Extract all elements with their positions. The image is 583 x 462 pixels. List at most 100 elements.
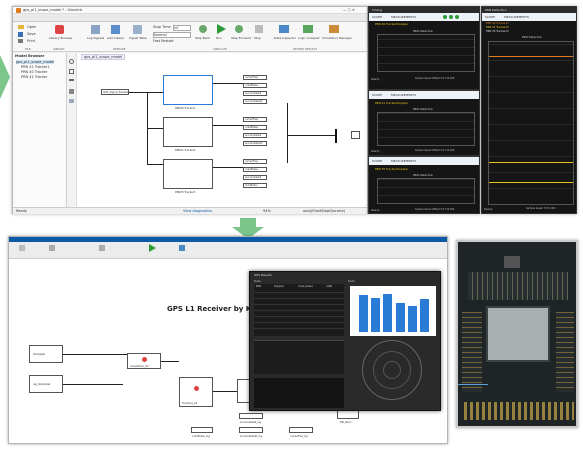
acquisition-block[interactable]: Acquisition_01 xyxy=(127,353,161,369)
output-block[interactable]: accumulatedQ xyxy=(243,141,267,146)
output-block[interactable]: carrierFreq xyxy=(243,75,267,80)
measurements-tab[interactable]: MEASUREMENTS xyxy=(504,15,529,19)
output-block[interactable]: codePhase xyxy=(243,125,267,130)
data-inspector-button[interactable]: Data Inspector xyxy=(274,36,296,40)
scope-tab[interactable]: SCOPE xyxy=(485,15,495,19)
run-icon[interactable] xyxy=(443,15,447,19)
ribbon-icon[interactable] xyxy=(179,245,185,251)
signal-table-button[interactable]: Signal Table xyxy=(129,36,147,40)
mux-block[interactable] xyxy=(335,129,337,143)
tree-item-tracker3[interactable]: PRN 41 Tracker xyxy=(21,75,47,79)
output-block[interactable]: accumulatedI xyxy=(243,133,267,138)
scope-tab[interactable]: SCOPE xyxy=(372,93,382,97)
ag-sampler-block[interactable]: ag_Sampler xyxy=(29,375,63,393)
output-block[interactable]: carrierFreq xyxy=(243,159,267,164)
bar-chart[interactable] xyxy=(350,286,436,336)
plot-area[interactable] xyxy=(377,112,475,146)
tracker-block-3[interactable] xyxy=(163,159,213,189)
step-icon[interactable] xyxy=(455,15,459,19)
output-block[interactable]: codePhase xyxy=(243,167,267,172)
tree-item-tracker2[interactable]: PRN 40 Tracker xyxy=(21,70,47,74)
stop-time-input[interactable]: inf xyxy=(173,25,191,31)
measurements-tab[interactable]: MEASUREMENTS xyxy=(391,15,416,19)
log-block[interactable]: accumulatedI_log xyxy=(239,413,263,424)
log-block[interactable]: codePhase_log xyxy=(191,427,213,438)
logic-analyzer-icon[interactable] xyxy=(303,25,313,33)
data-inspector-icon[interactable] xyxy=(279,25,289,33)
model-tab[interactable]: gps_pl1_scope_model xyxy=(81,54,126,60)
window-controls[interactable]: — ▢ ✕ xyxy=(343,8,355,12)
run-icon[interactable] xyxy=(217,24,226,34)
table-header: C/N0 xyxy=(326,285,333,288)
fast-restart-toggle[interactable]: Fast Restart xyxy=(153,39,174,43)
run-button[interactable]: Run xyxy=(216,36,222,40)
ribbon-icon[interactable] xyxy=(49,245,55,251)
measurements-tab[interactable]: MEASUREMENTS xyxy=(391,93,416,97)
tracker-block-2[interactable] xyxy=(163,117,213,147)
annotation-icon[interactable] xyxy=(69,89,74,94)
bottom-canvas[interactable]: GPS L1 Receiver by KEVIN(JSC Sampler ag_… xyxy=(9,259,447,443)
plot-area[interactable] xyxy=(488,41,574,205)
tracker-block-1[interactable] xyxy=(163,75,213,105)
source-block[interactable]: GPS_Signal_Sample xyxy=(101,89,129,95)
add-viewer-button[interactable]: Add Viewer xyxy=(107,36,124,40)
output-block[interactable]: accumulatedI xyxy=(243,175,267,180)
stop-time-label: Stop Time xyxy=(153,25,171,29)
tree-item-root[interactable]: gps_pl1_scope_model xyxy=(16,60,55,64)
log-block[interactable]: accumulatedQ_log xyxy=(239,427,263,438)
run-icon[interactable] xyxy=(149,244,156,252)
hardware-board xyxy=(456,240,578,428)
tracking-block[interactable]: Tracking_01 xyxy=(179,377,213,407)
status-diagnostics[interactable]: View diagnostics xyxy=(183,209,212,213)
signal-table-icon[interactable] xyxy=(133,25,142,34)
scope-tab[interactable]: SCOPE xyxy=(372,159,382,163)
block-label: Acquisition_01 xyxy=(130,365,149,368)
add-viewer-icon[interactable] xyxy=(111,25,120,34)
step-back-icon[interactable] xyxy=(199,25,207,33)
results-popup: GPS Results Data Data PRN Doppler Code p… xyxy=(249,271,441,411)
library-browser-icon[interactable] xyxy=(55,25,64,34)
sampler-block[interactable]: Sampler xyxy=(29,345,63,363)
save-button[interactable]: Save xyxy=(27,32,36,36)
polar-plot[interactable] xyxy=(362,340,422,400)
signal-line xyxy=(147,128,163,129)
ribbon-icon[interactable] xyxy=(19,245,25,251)
output-block[interactable]: accumulatedI xyxy=(243,91,267,96)
left-edge-arrow xyxy=(0,55,10,99)
sim-mode-select[interactable]: Normal xyxy=(153,32,191,38)
plot-area[interactable] xyxy=(377,34,475,72)
output-block[interactable]: accumulatedQ xyxy=(243,99,267,104)
stop-button[interactable]: Stop xyxy=(254,36,261,40)
output-block[interactable]: codePhase xyxy=(243,83,267,88)
output-block[interactable]: carrierFreq xyxy=(243,117,267,122)
logic-analyzer-button[interactable]: Logic Analyzer xyxy=(298,36,320,40)
stop-icon[interactable] xyxy=(255,25,263,33)
tree-item-tracker1[interactable]: PRN 41 Tracker1 xyxy=(21,65,50,69)
open-button[interactable]: Open xyxy=(27,25,36,29)
model-canvas[interactable]: gps_pl1_scope_model GPS_Signal_Sample PR… xyxy=(77,53,367,207)
print-button[interactable]: Print xyxy=(27,39,35,43)
scope-tab[interactable]: SCOPE xyxy=(372,15,382,19)
image-icon[interactable] xyxy=(69,99,74,103)
results-table[interactable]: PRN Doppler Code phase C/N0 xyxy=(254,284,344,336)
scope-block[interactable] xyxy=(351,131,360,139)
plot-area[interactable] xyxy=(377,178,475,204)
scope-sample: Sample based T=10.000 xyxy=(526,207,556,210)
log-signals-button[interactable]: Log Signals xyxy=(87,36,104,40)
simulation-manager-button[interactable]: Simulation Manager xyxy=(322,36,352,40)
output-block[interactable]: lockStatus xyxy=(243,183,267,188)
play-icon[interactable] xyxy=(449,15,453,19)
step-forward-button[interactable]: Step Forward xyxy=(231,36,251,40)
ribbon-icon[interactable] xyxy=(99,245,105,251)
step-back-button[interactable]: Step Back xyxy=(195,36,210,40)
scope-status: Ready xyxy=(484,207,493,211)
log-block[interactable]: carrierFreq_log xyxy=(289,427,313,438)
measurements-tab[interactable]: MEASUREMENTS xyxy=(391,159,416,163)
log-signals-icon[interactable] xyxy=(91,25,100,34)
library-browser-button[interactable]: Library Browser xyxy=(49,36,73,40)
arrow-icon[interactable] xyxy=(69,79,74,81)
simulation-manager-icon[interactable] xyxy=(329,25,339,33)
zoom-icon[interactable] xyxy=(69,59,74,64)
fit-icon[interactable] xyxy=(69,69,74,74)
step-forward-icon[interactable] xyxy=(235,25,243,33)
